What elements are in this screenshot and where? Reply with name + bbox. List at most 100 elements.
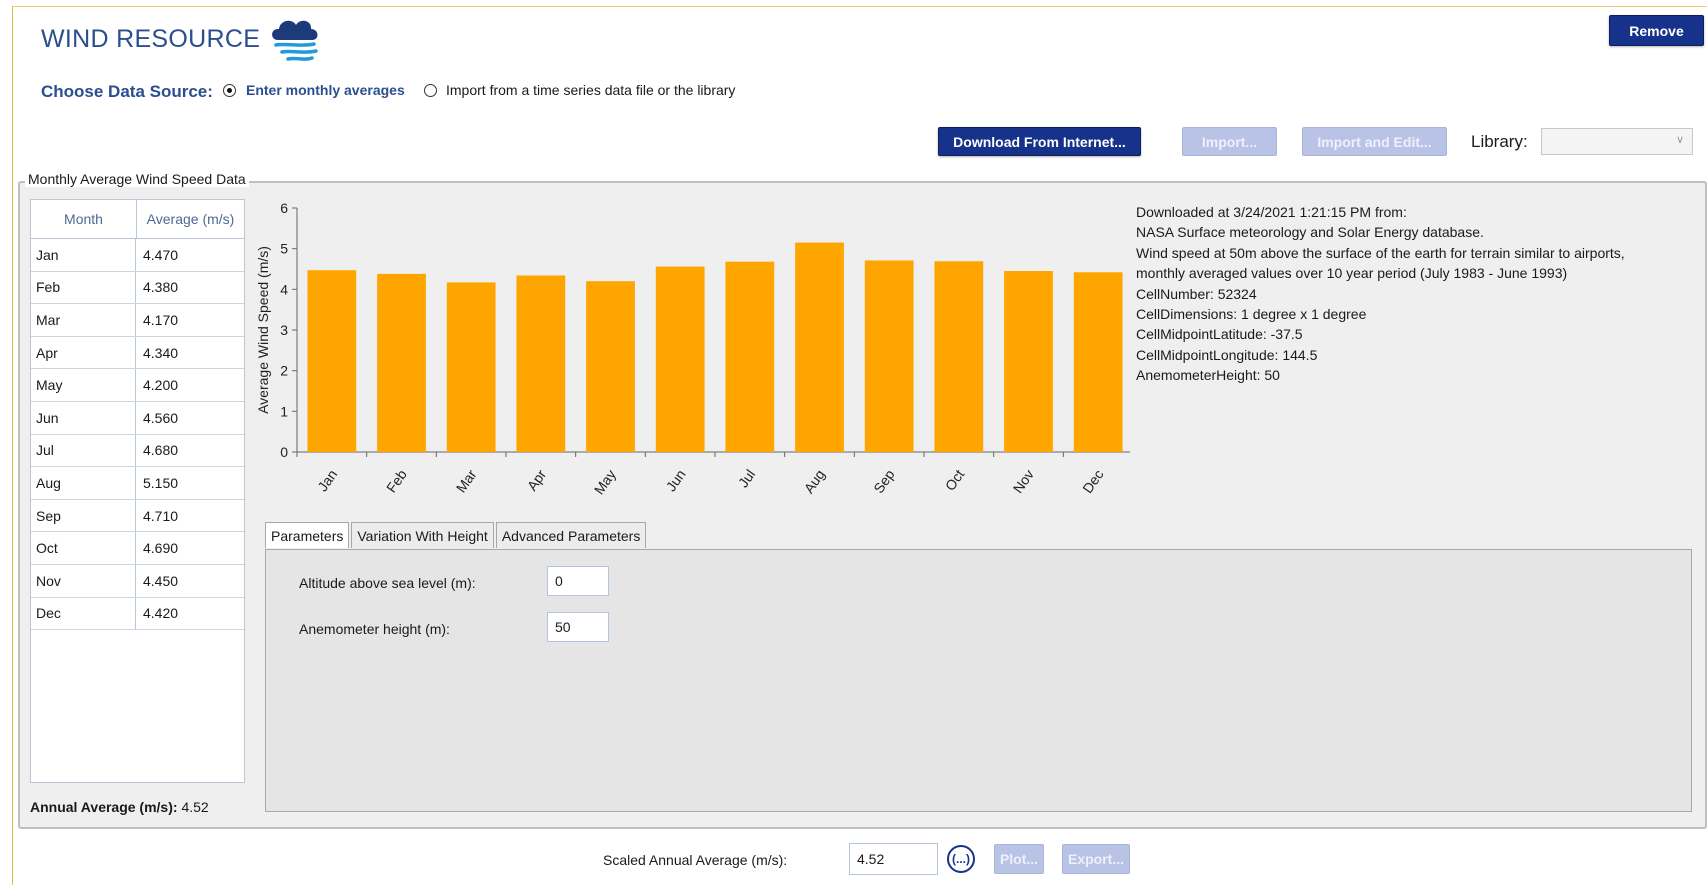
bar-mar <box>446 282 496 452</box>
library-select[interactable]: ∨ <box>1541 128 1693 155</box>
parameters-panel <box>265 549 1692 812</box>
average-cell[interactable]: 4.680 <box>136 435 244 467</box>
average-cell[interactable]: 4.340 <box>136 337 244 369</box>
data-source-label: Choose Data Source: <box>41 82 213 101</box>
y-tick-label: 5 <box>280 241 288 257</box>
anemometer-height-label: Anemometer height (m): <box>299 621 450 637</box>
anemometer-height-input[interactable]: 50 <box>547 612 609 642</box>
annual-average: Annual Average (m/s): 4.52 <box>30 799 209 815</box>
table-row[interactable]: May 4.200 <box>31 369 244 402</box>
average-cell[interactable]: 4.420 <box>136 598 244 630</box>
info-line: CellMidpointLongitude: 144.5 <box>1136 346 1318 363</box>
y-tick-label: 1 <box>280 403 288 419</box>
download-info-text: Downloaded at 3/24/2021 1:21:15 PM from:… <box>1136 202 1625 386</box>
average-cell[interactable]: 4.690 <box>136 532 244 564</box>
month-cell: May <box>31 369 136 401</box>
parameter-tabs: Parameters Variation With Height Advance… <box>265 522 648 548</box>
import-and-edit-button[interactable]: Import and Edit... <box>1302 127 1447 156</box>
x-tick-label: Mar <box>453 466 480 495</box>
x-tick-label: Nov <box>1010 467 1037 497</box>
x-tick-label: Jul <box>735 467 758 491</box>
average-cell[interactable]: 5.150 <box>136 467 244 499</box>
bar-aug <box>795 242 844 452</box>
scaled-annual-average-label: Scaled Annual Average (m/s): <box>603 852 788 868</box>
radio-import-timeseries[interactable] <box>424 84 437 97</box>
y-tick-label: 6 <box>280 200 288 216</box>
month-cell: Nov <box>31 564 136 597</box>
remove-button[interactable]: Remove <box>1609 15 1704 46</box>
x-tick-label: Apr <box>524 466 550 493</box>
table-row[interactable]: Sep 4.710 <box>31 499 244 533</box>
month-cell: Feb <box>31 271 136 304</box>
download-from-internet-button[interactable]: Download From Internet... <box>938 127 1141 156</box>
export-button[interactable]: Export... <box>1062 844 1130 874</box>
table-header: Month Average (m/s) <box>31 200 244 239</box>
x-tick-label: Sep <box>870 466 898 496</box>
info-line: AnemometerHeight: 50 <box>1136 367 1280 384</box>
y-axis-title: Average Wind Speed (m/s) <box>255 246 271 414</box>
info-line: Wind speed at 50m above the surface of t… <box>1136 244 1625 261</box>
average-cell[interactable]: 4.710 <box>136 500 244 532</box>
table-body: Jan 4.470 Feb 4.380 Mar 4.170 Apr 4.340 May 4.200… <box>31 239 244 631</box>
bar-nov <box>1004 271 1053 452</box>
x-tick-label: Jan <box>314 467 340 495</box>
radio-monthly-averages-label[interactable]: Enter monthly averages <box>246 82 405 98</box>
group-legend: Monthly Average Wind Speed Data <box>25 171 249 187</box>
column-header-month[interactable]: Month <box>31 200 137 238</box>
table-row[interactable]: Jun 4.560 <box>31 401 244 435</box>
month-cell: Mar <box>31 304 136 336</box>
tab-advanced-parameters[interactable]: Advanced Parameters <box>495 522 647 548</box>
annual-average-label: Annual Average (m/s): <box>30 799 178 815</box>
table-row[interactable]: Aug 5.150 <box>31 467 244 500</box>
tab-parameters[interactable]: Parameters <box>265 522 350 548</box>
bar-jan <box>307 270 357 452</box>
bar-sep <box>864 260 914 452</box>
import-button[interactable]: Import... <box>1182 127 1277 156</box>
bar-dec <box>1073 272 1123 452</box>
monthly-average-table[interactable]: Month Average (m/s) Jan 4.470 Feb 4.380 Mar 4… <box>30 199 245 783</box>
bar-oct <box>934 261 984 452</box>
table-row[interactable]: Jan 4.470 <box>31 239 244 272</box>
page-title: WIND RESOURCE <box>41 25 261 53</box>
table-row[interactable]: Jul 4.680 <box>31 434 244 468</box>
tab-variation-with-height[interactable]: Variation With Height <box>351 522 494 548</box>
average-cell[interactable]: 4.200 <box>136 369 244 401</box>
column-header-average[interactable]: Average (m/s) <box>137 200 244 238</box>
ellipsis-button[interactable]: (...) <box>947 845 975 873</box>
plot-button[interactable]: Plot... <box>994 844 1044 874</box>
scaled-annual-average-input[interactable]: 4.52 <box>849 843 938 875</box>
table-row[interactable]: Nov 4.450 <box>31 564 244 598</box>
table-row[interactable]: Feb 4.380 <box>31 271 244 305</box>
radio-monthly-averages[interactable] <box>223 84 236 97</box>
average-cell[interactable]: 4.560 <box>136 402 244 434</box>
x-tick-label: Jun <box>663 467 689 495</box>
month-cell: Oct <box>31 532 136 564</box>
average-cell[interactable]: 4.450 <box>136 565 244 597</box>
y-tick-label: 4 <box>280 281 288 297</box>
y-tick-label: 3 <box>280 322 288 338</box>
table-row[interactable]: Dec 4.420 <box>31 597 244 631</box>
table-row[interactable]: Oct 4.690 <box>31 532 244 565</box>
month-cell: Apr <box>31 336 136 369</box>
average-cell[interactable]: 4.170 <box>136 304 244 336</box>
y-tick-label: 0 <box>280 444 288 460</box>
month-cell: Jan <box>31 239 136 271</box>
info-line: CellNumber: 52324 <box>1136 285 1257 302</box>
annual-average-value: 4.52 <box>181 799 209 815</box>
altitude-input[interactable]: 0 <box>547 566 609 596</box>
radio-import-timeseries-label[interactable]: Import from a time series data file or t… <box>446 82 735 98</box>
bar-jun <box>655 266 705 452</box>
library-label: Library: <box>1471 132 1528 151</box>
table-row[interactable]: Mar 4.170 <box>31 304 244 337</box>
bar-jul <box>725 261 775 452</box>
info-line: Downloaded at 3/24/2021 1:21:15 PM from: <box>1136 204 1407 220</box>
x-tick-label: Feb <box>383 466 410 495</box>
average-cell[interactable]: 4.380 <box>136 272 244 304</box>
info-line: monthly averaged values over 10 year per… <box>1136 265 1568 282</box>
average-cell[interactable]: 4.470 <box>136 239 244 271</box>
month-cell: Dec <box>31 597 136 630</box>
wind-cloud-icon <box>272 20 318 61</box>
month-cell: Sep <box>31 499 136 532</box>
table-row[interactable]: Apr 4.340 <box>31 336 244 370</box>
month-cell: Aug <box>31 467 136 499</box>
